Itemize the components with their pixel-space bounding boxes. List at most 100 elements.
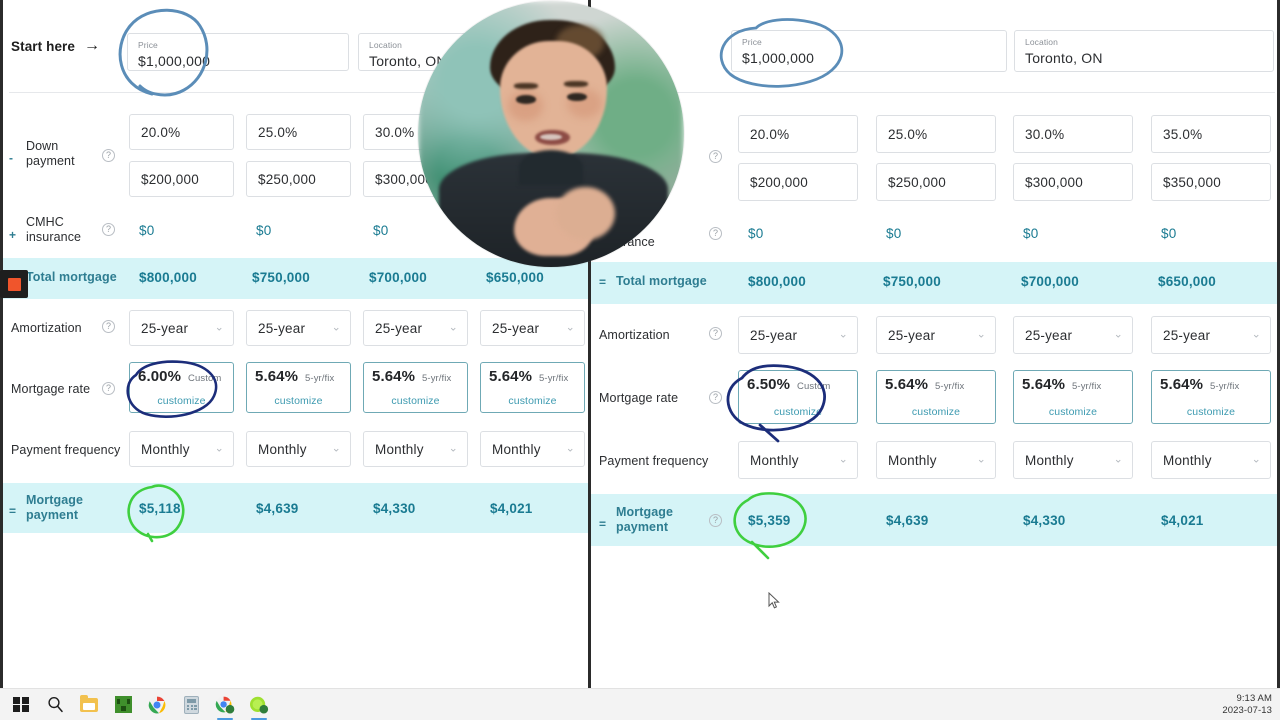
amortization-help-icon-left[interactable]: ? [102, 320, 115, 333]
amortization-select-right-1[interactable]: 25-year ⌄ [876, 316, 996, 354]
cell-text: 25-year [258, 320, 306, 336]
payment-frequency-select-left-2[interactable]: Monthly ⌄ [363, 431, 468, 467]
amortization-select-left-3[interactable]: 25-year ⌄ [480, 310, 585, 346]
customize-link[interactable]: customize [877, 406, 995, 418]
rate-term: Custom [188, 373, 222, 384]
payment-frequency-select-right-3[interactable]: Monthly ⌄ [1151, 441, 1271, 479]
location-field-right[interactable]: Location Toronto, ON [1014, 30, 1274, 72]
start-button[interactable] [4, 689, 38, 720]
price-field-left[interactable]: Price $1,000,000 [127, 33, 349, 71]
right-arrow-icon: → [84, 37, 101, 54]
down-payment-help-icon-left[interactable]: ? [102, 149, 115, 162]
customize-link[interactable]: customize [1152, 406, 1270, 418]
mortgage-rate-cell-left-1[interactable]: 5.64% 5-yr/fix customize [246, 362, 351, 413]
chevron-down-icon: ⌄ [331, 442, 341, 455]
down-payment-amount-left-0[interactable]: $200,000 [129, 161, 234, 197]
payment-frequency-select-right-2[interactable]: Monthly ⌄ [1013, 441, 1133, 479]
mortgage-rate-help-icon-left[interactable]: ? [102, 382, 115, 395]
chevron-down-icon: ⌄ [1113, 328, 1123, 341]
chevron-down-icon: ⌄ [976, 328, 986, 341]
webcam-brow-left [513, 83, 538, 90]
customize-link[interactable]: customize [247, 395, 350, 407]
payment-frequency-select-left-3[interactable]: Monthly ⌄ [480, 431, 585, 467]
down-payment-percent-left-1[interactable]: 25.0% [246, 114, 351, 150]
chevron-down-icon: ⌄ [448, 321, 458, 334]
cell-text: Monthly [141, 441, 190, 457]
payment-frequency-select-left-1[interactable]: Monthly ⌄ [246, 431, 351, 467]
down-payment-amount-left-1[interactable]: $250,000 [246, 161, 351, 197]
system-clock[interactable]: 9:13 AM 2023-07-13 [1222, 693, 1272, 717]
screen-recorder-button[interactable] [242, 689, 276, 720]
cell-text: $200,000 [141, 171, 199, 187]
mortgage-payment-sign-left: = [9, 504, 17, 518]
amortization-select-right-0[interactable]: 25-year ⌄ [738, 316, 858, 354]
mortgage-rate-cell-left-3[interactable]: 5.64% 5-yr/fix customize [480, 362, 585, 413]
mortgage-rate-cell-left-2[interactable]: 5.64% 5-yr/fix customize [363, 362, 468, 413]
rate-top-row: 5.64% 5-yr/fix [481, 368, 584, 385]
chrome-button[interactable] [140, 689, 174, 720]
payment-frequency-select-right-1[interactable]: Monthly ⌄ [876, 441, 996, 479]
start-here-text: Start here [11, 38, 76, 54]
price-field-right[interactable]: Price $1,000,000 [731, 30, 1007, 72]
amortization-select-right-2[interactable]: 25-year ⌄ [1013, 316, 1133, 354]
amortization-select-left-0[interactable]: 25-year ⌄ [129, 310, 234, 346]
customize-link[interactable]: customize [1014, 406, 1132, 418]
cell-text: 25-year [492, 320, 540, 336]
down-payment-percent-right-1[interactable]: 25.0% [876, 115, 996, 153]
price-field-value: $1,000,000 [138, 53, 211, 69]
rate-percent: 5.64% [489, 368, 533, 385]
down-payment-amount-right-0[interactable]: $200,000 [738, 163, 858, 201]
chevron-down-icon: ⌄ [838, 328, 848, 341]
cmhc-help-icon-right[interactable]: ? [709, 227, 722, 240]
cell-text: 25-year [1025, 327, 1073, 343]
down-payment-percent-right-0[interactable]: 20.0% [738, 115, 858, 153]
minecraft-button[interactable] [106, 689, 140, 720]
cmhc-value-right-0: $0 [748, 226, 764, 241]
cmhc-label-left: CMHC insurance [26, 215, 82, 244]
amortization-select-left-2[interactable]: 25-year ⌄ [363, 310, 468, 346]
amortization-select-left-1[interactable]: 25-year ⌄ [246, 310, 351, 346]
cmhc-value-left-0: $0 [139, 223, 155, 238]
customize-link[interactable]: customize [364, 395, 467, 407]
rate-top-row: 5.64% 5-yr/fix [877, 376, 995, 393]
mortgage-rate-cell-right-3[interactable]: 5.64% 5-yr/fix customize [1151, 370, 1271, 424]
mortgage-rate-cell-right-1[interactable]: 5.64% 5-yr/fix customize [876, 370, 996, 424]
amortization-label-left: Amortization [11, 321, 82, 335]
mortgage-payment-help-icon-right[interactable]: ? [709, 514, 722, 527]
mortgage-payment-value-left-2: $4,330 [373, 501, 416, 516]
cell-text: Monthly [888, 452, 937, 468]
search-button[interactable] [38, 689, 72, 720]
mortgage-rate-cell-right-2[interactable]: 5.64% 5-yr/fix customize [1013, 370, 1133, 424]
rate-top-row: 5.64% 5-yr/fix [247, 368, 350, 385]
down-payment-percent-right-2[interactable]: 30.0% [1013, 115, 1133, 153]
payment-frequency-select-left-0[interactable]: Monthly ⌄ [129, 431, 234, 467]
down-payment-amount-right-3[interactable]: $350,000 [1151, 163, 1271, 201]
mortgage-rate-cell-right-0[interactable]: 6.50% Custom customize [738, 370, 858, 424]
cell-text: Monthly [1163, 452, 1212, 468]
down-payment-amount-right-2[interactable]: $300,000 [1013, 163, 1133, 201]
down-payment-help-icon-right[interactable]: ? [709, 150, 722, 163]
payment-frequency-select-right-0[interactable]: Monthly ⌄ [738, 441, 858, 479]
mortgage-rate-cell-left-0[interactable]: 6.00% Custom customize [129, 362, 234, 413]
calculator-button[interactable] [174, 689, 208, 720]
chevron-down-icon: ⌄ [1251, 453, 1261, 466]
down-payment-percent-right-3[interactable]: 35.0% [1151, 115, 1271, 153]
calculator-icon [183, 695, 199, 714]
rate-percent: 6.50% [747, 376, 791, 393]
customize-link[interactable]: customize [739, 406, 857, 418]
mortgage-rate-help-icon-right[interactable]: ? [709, 391, 722, 404]
customize-link[interactable]: customize [481, 395, 584, 407]
search-icon [47, 696, 63, 713]
customize-link[interactable]: customize [130, 395, 233, 407]
recording-stop-indicator[interactable] [0, 270, 28, 298]
down-payment-amount-right-1[interactable]: $250,000 [876, 163, 996, 201]
amortization-select-right-3[interactable]: 25-year ⌄ [1151, 316, 1271, 354]
down-payment-percent-left-0[interactable]: 20.0% [129, 114, 234, 150]
chrome-window-button[interactable] [208, 689, 242, 720]
rate-term: 5-yr/fix [422, 373, 452, 384]
total-mortgage-value-right-0: $800,000 [748, 274, 806, 289]
amortization-help-icon-right[interactable]: ? [709, 327, 722, 340]
rate-term: 5-yr/fix [935, 381, 965, 392]
file-explorer-button[interactable] [72, 689, 106, 720]
cmhc-help-icon-left[interactable]: ? [102, 223, 115, 236]
